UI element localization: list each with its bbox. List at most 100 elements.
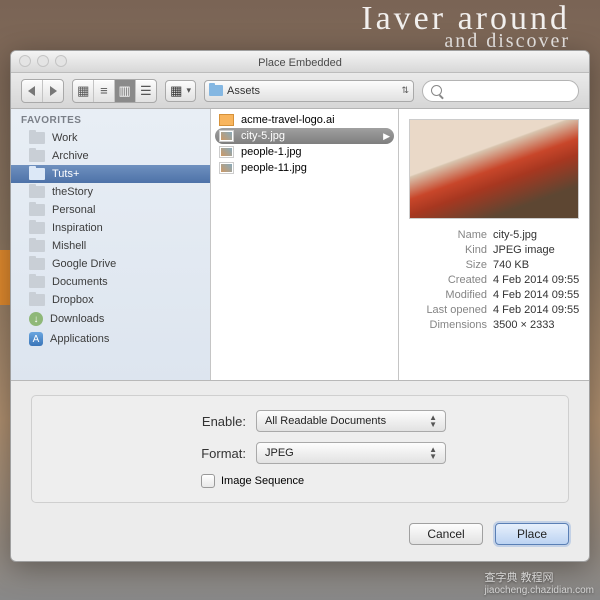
folder-icon: [29, 240, 45, 252]
image-file-icon: [219, 146, 234, 158]
sidebar-item[interactable]: Inspiration: [11, 219, 210, 237]
sidebar-item-label: Work: [52, 132, 77, 144]
meta-key: Created: [409, 274, 487, 286]
ai-file-icon: [219, 114, 234, 126]
place-button[interactable]: Place: [495, 523, 569, 545]
dialog-title: Place Embedded: [258, 57, 342, 69]
preview-thumbnail: [409, 119, 579, 219]
bg-accent: [0, 250, 10, 305]
file-row[interactable]: people-1.jpg: [211, 144, 398, 160]
chevron-down-icon: ▾: [186, 85, 191, 96]
toolbar: ▦ ≡ ▥ ☰ ▦ ▾ Assets ⇅: [11, 73, 589, 109]
sidebar-item[interactable]: Tuts+: [11, 165, 210, 183]
meta-key: Modified: [409, 289, 487, 301]
list-view-button[interactable]: ≡: [94, 80, 115, 102]
sidebar-item-label: Personal: [52, 204, 95, 216]
options-panel: Enable: All Readable Documents ▲▼ Format…: [11, 381, 589, 517]
sidebar-item-label: theStory: [52, 186, 93, 198]
format-label: Format:: [46, 446, 246, 461]
view-switcher: ▦ ≡ ▥ ☰: [72, 79, 157, 103]
coverflow-view-button[interactable]: ☰: [136, 80, 157, 102]
file-name: people-11.jpg: [241, 162, 307, 174]
file-metadata: Namecity-5.jpgKindJPEG imageSize740 KBCr…: [409, 229, 579, 331]
grid-icon: ▦: [170, 83, 182, 99]
app-icon: A: [29, 332, 43, 346]
file-row[interactable]: city-5.jpg▶: [215, 128, 394, 144]
sidebar-item-label: Documents: [52, 276, 108, 288]
meta-value: 740 KB: [493, 259, 579, 271]
meta-value: 4 Feb 2014 09:55: [493, 274, 579, 286]
sidebar-item-label: Applications: [50, 333, 109, 345]
sidebar-item[interactable]: Mishell: [11, 237, 210, 255]
meta-value: JPEG image: [493, 244, 579, 256]
sidebar-item-label: Tuts+: [52, 168, 79, 180]
close-icon[interactable]: [19, 55, 31, 67]
folder-icon: [29, 150, 45, 162]
column-view-button[interactable]: ▥: [115, 80, 136, 102]
sidebar-item[interactable]: Google Drive: [11, 255, 210, 273]
folder-icon: [209, 85, 223, 96]
search-icon: [431, 85, 442, 96]
sidebar-item[interactable]: Work: [11, 129, 210, 147]
sidebar-item-label: Dropbox: [52, 294, 94, 306]
download-icon: ↓: [29, 312, 43, 326]
sidebar-heading: FAVORITES: [11, 109, 210, 129]
updown-icon: ⇅: [401, 85, 409, 96]
meta-key: Name: [409, 229, 487, 241]
image-file-icon: [219, 162, 234, 174]
sidebar-item[interactable]: theStory: [11, 183, 210, 201]
image-file-icon: [219, 130, 234, 142]
window-controls: [19, 55, 67, 67]
file-name: acme-travel-logo.ai: [241, 114, 335, 126]
watermark-title: 查字典 教程网: [484, 572, 553, 584]
meta-key: Last opened: [409, 304, 487, 316]
updown-icon: ▲▼: [429, 414, 437, 428]
search-field[interactable]: [422, 80, 579, 102]
folder-icon: [29, 186, 45, 198]
arrange-dropdown[interactable]: ▦ ▾: [165, 80, 196, 102]
sidebar-item-label: Mishell: [52, 240, 86, 252]
sidebar-item[interactable]: ↓ Downloads: [11, 309, 210, 329]
sidebar-item[interactable]: Documents: [11, 273, 210, 291]
search-input[interactable]: [447, 85, 570, 97]
cancel-button[interactable]: Cancel: [409, 523, 483, 545]
meta-value: 4 Feb 2014 09:55: [493, 304, 579, 316]
chevron-right-icon: ▶: [383, 131, 390, 142]
meta-key: Kind: [409, 244, 487, 256]
file-row[interactable]: people-11.jpg: [211, 160, 398, 176]
sidebar[interactable]: FAVORITES Work Archive Tuts+ theStory Person…: [11, 109, 211, 380]
watermark: 查字典 教程网 jiaocheng.chazidian.com: [478, 564, 600, 600]
image-sequence-option[interactable]: Image Sequence: [46, 474, 554, 488]
folder-icon: [29, 204, 45, 216]
sidebar-item-label: Inspiration: [52, 222, 103, 234]
enable-select[interactable]: All Readable Documents ▲▼: [256, 410, 446, 432]
image-sequence-label: Image Sequence: [221, 475, 304, 487]
meta-value: 3500 × 2333: [493, 319, 579, 331]
sidebar-item[interactable]: Dropbox: [11, 291, 210, 309]
back-button[interactable]: [22, 80, 43, 102]
format-select[interactable]: JPEG ▲▼: [256, 442, 446, 464]
meta-key: Dimensions: [409, 319, 487, 331]
sidebar-item-label: Downloads: [50, 313, 104, 325]
app-backdrop: Iaver around and discover Place Embedded…: [0, 0, 600, 600]
sidebar-item[interactable]: Personal: [11, 201, 210, 219]
minimize-icon[interactable]: [37, 55, 49, 67]
path-dropdown[interactable]: Assets ⇅: [204, 80, 414, 102]
titlebar: Place Embedded: [11, 51, 589, 73]
forward-button[interactable]: [43, 80, 64, 102]
dialog-buttons: Cancel Place: [11, 517, 589, 561]
file-list[interactable]: acme-travel-logo.ai city-5.jpg▶ people-1.j…: [211, 109, 399, 380]
file-name: people-1.jpg: [241, 146, 302, 158]
sidebar-item[interactable]: Archive: [11, 147, 210, 165]
folder-icon: [29, 294, 45, 306]
browser-body: FAVORITES Work Archive Tuts+ theStory Person…: [11, 109, 589, 381]
folder-icon: [29, 168, 45, 180]
zoom-icon[interactable]: [55, 55, 67, 67]
meta-value: city-5.jpg: [493, 229, 579, 241]
file-row[interactable]: acme-travel-logo.ai: [211, 112, 398, 128]
folder-icon: [29, 222, 45, 234]
watermark-url: jiaocheng.chazidian.com: [484, 585, 594, 596]
checkbox-icon[interactable]: [201, 474, 215, 488]
sidebar-item[interactable]: A Applications: [11, 329, 210, 349]
icon-view-button[interactable]: ▦: [73, 80, 94, 102]
